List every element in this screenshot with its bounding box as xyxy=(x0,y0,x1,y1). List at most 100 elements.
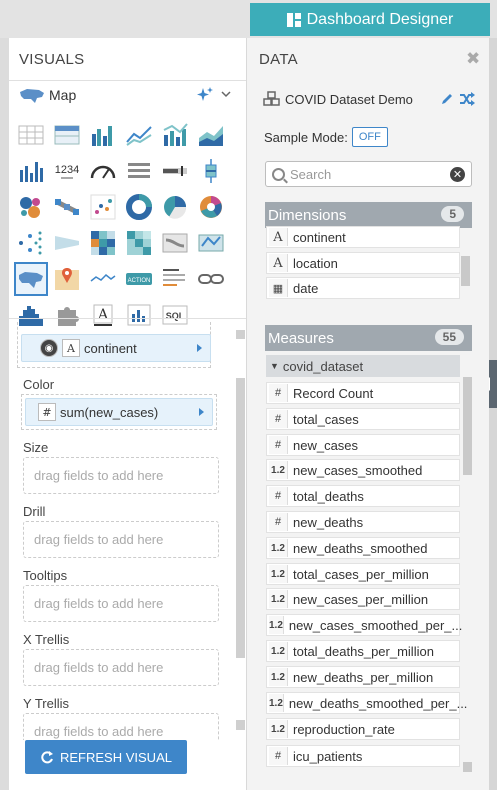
shelves-scrollbar[interactable] xyxy=(236,378,245,658)
measure-field[interactable]: 1.2 new_deaths_per_million xyxy=(266,666,460,688)
areas-icon[interactable] xyxy=(196,120,226,150)
background-canvas-right xyxy=(489,38,497,790)
color-shelf[interactable]: # sum(new_cases) xyxy=(21,394,217,430)
action-icon-label: ACTION xyxy=(128,278,151,284)
measure-field[interactable]: # icu_patients xyxy=(266,745,460,767)
refresh-icon xyxy=(41,751,53,764)
refresh-visual-label: REFRESH VISUAL xyxy=(60,749,172,765)
drill-drop-zone[interactable]: drag fields to add here xyxy=(23,521,219,558)
refresh-visual-button[interactable]: REFRESH VISUAL xyxy=(25,740,187,774)
measures-scrollbar[interactable] xyxy=(463,377,472,475)
shelves-scroll-up[interactable] xyxy=(236,330,245,339)
edit-pencil-icon[interactable] xyxy=(440,92,454,106)
measure-field-label: reproduction_rate xyxy=(293,721,395,737)
close-icon[interactable]: ✖ xyxy=(466,49,480,69)
measure-field[interactable]: # total_cases xyxy=(266,408,460,430)
sample-mode-toggle[interactable]: OFF xyxy=(351,127,388,147)
action-icon[interactable]: ACTION xyxy=(124,264,154,294)
dimensions-header[interactable]: Dimensions 5 xyxy=(265,202,472,228)
dimension-field-label: location xyxy=(293,255,338,271)
measure-field[interactable]: 1.2 reproduction_rate xyxy=(266,718,460,740)
size-drop-zone[interactable]: drag fields to add here xyxy=(23,457,219,494)
kpi-icon[interactable]: 1234 xyxy=(52,156,82,186)
sparkle-icon[interactable] xyxy=(196,86,214,104)
box-plot-icon[interactable] xyxy=(196,156,226,186)
chevron-down-icon[interactable] xyxy=(221,91,231,99)
donut-icon[interactable] xyxy=(124,192,154,222)
measure-field[interactable]: 1.2 total_cases_per_million xyxy=(266,563,460,585)
cross-tab-icon[interactable] xyxy=(52,120,82,150)
measure-field[interactable]: # new_cases xyxy=(266,434,460,456)
shelves-scroll-down[interactable] xyxy=(236,720,245,730)
measure-field[interactable]: 1.2 new_deaths_smoothed xyxy=(266,537,460,559)
numeric-type-icon: # xyxy=(269,410,288,428)
search-field[interactable]: Search ✕ xyxy=(265,161,472,187)
measure-field-label: new_cases_smoothed xyxy=(293,462,423,478)
clear-search-icon[interactable]: ✕ xyxy=(450,167,465,182)
y-trellis-drop-zone[interactable]: drag fields to add here xyxy=(23,713,219,740)
pie-icon[interactable] xyxy=(160,192,190,222)
interactive-map-icon[interactable] xyxy=(52,264,82,294)
grouped-bar-icon[interactable] xyxy=(88,120,118,150)
heatmap-icon[interactable] xyxy=(88,228,118,258)
dimensions-scrollbar[interactable] xyxy=(461,256,470,286)
rich-text-icon[interactable] xyxy=(160,264,190,294)
measure-field[interactable]: 1.2 new_cases_smoothed_per_... xyxy=(266,614,462,636)
dimension-field-location[interactable]: A location xyxy=(266,252,460,274)
dimension-field-label: continent xyxy=(293,229,346,245)
tooltips-drop-zone[interactable]: drag fields to add here xyxy=(23,585,219,622)
geo-shelf[interactable]: ◉ A continent xyxy=(17,322,211,368)
bars-icon[interactable] xyxy=(16,156,46,186)
decimal-type-icon: 1.2 xyxy=(269,565,288,583)
pill-menu-arrow-icon[interactable] xyxy=(197,344,202,352)
network-icon[interactable] xyxy=(52,192,82,222)
dashboard-designer-button[interactable]: Dashboard Designer xyxy=(250,3,490,36)
map-icon[interactable] xyxy=(14,262,48,296)
bullet-icon[interactable] xyxy=(160,156,190,186)
lines-icon[interactable] xyxy=(124,120,154,150)
globe-icon: ◉ xyxy=(40,339,58,357)
dimension-field-continent[interactable]: A continent xyxy=(266,226,460,248)
shuffle-icon[interactable] xyxy=(459,92,475,106)
dendrogram-icon[interactable] xyxy=(16,228,46,258)
measure-field[interactable]: 1.2 total_deaths_per_million xyxy=(266,640,460,662)
color-field-pill[interactable]: # sum(new_cases) xyxy=(25,398,213,426)
measures-scroll-down[interactable] xyxy=(463,762,472,772)
visual-type-selector[interactable]: Map xyxy=(9,80,246,110)
combo-bar-line-icon[interactable] xyxy=(160,120,190,150)
x-trellis-drop-zone[interactable]: drag fields to add here xyxy=(23,649,219,686)
measure-field[interactable]: 1.2 new_cases_per_million xyxy=(266,588,460,610)
pill-menu-arrow-icon[interactable] xyxy=(199,408,204,416)
flow-icon[interactable] xyxy=(160,228,190,258)
decimal-type-icon: 1.2 xyxy=(269,590,288,608)
gauge-icon[interactable] xyxy=(88,156,118,186)
measure-field[interactable]: # total_deaths xyxy=(266,485,460,507)
packed-bubbles-icon[interactable] xyxy=(16,192,46,222)
scatter-icon[interactable] xyxy=(88,192,118,222)
visual-type-label: Map xyxy=(49,87,77,103)
table-icon[interactable] xyxy=(16,120,46,150)
drill-label: Drill xyxy=(23,504,46,519)
measure-field[interactable]: # new_deaths xyxy=(266,511,460,533)
measures-header[interactable]: Measures 55 xyxy=(265,325,472,351)
extension-icon[interactable] xyxy=(124,156,154,186)
measure-field-label: new_cases_per_million xyxy=(293,591,429,607)
measure-field[interactable]: 1.2 new_cases_smoothed xyxy=(266,459,460,481)
funnel-icon[interactable] xyxy=(52,228,82,258)
measure-group-covid-dataset[interactable]: ▼ covid_dataset xyxy=(266,355,460,377)
visuals-title: VISUALS xyxy=(19,51,85,68)
measure-field-label: total_cases xyxy=(293,411,359,427)
sparklines-icon[interactable] xyxy=(88,264,118,294)
measure-field-label: new_cases xyxy=(293,437,359,453)
measure-field[interactable]: # Record Count xyxy=(266,382,460,404)
measure-field[interactable]: 1.2 new_deaths_smoothed_per_... xyxy=(266,692,467,714)
measure-field-label: new_deaths_per_million xyxy=(293,669,434,685)
chord-icon[interactable] xyxy=(196,228,226,258)
geo-field-pill[interactable]: ◉ A continent xyxy=(21,334,211,362)
dimension-field-date[interactable]: ▦ date xyxy=(266,277,460,299)
correlation-heatmap-icon[interactable] xyxy=(124,228,154,258)
chain-link-icon[interactable] xyxy=(196,264,226,294)
svg-text:A: A xyxy=(97,307,109,323)
measure-field-label: new_deaths_smoothed_per_... xyxy=(288,695,468,711)
radial-icon[interactable] xyxy=(196,192,226,222)
